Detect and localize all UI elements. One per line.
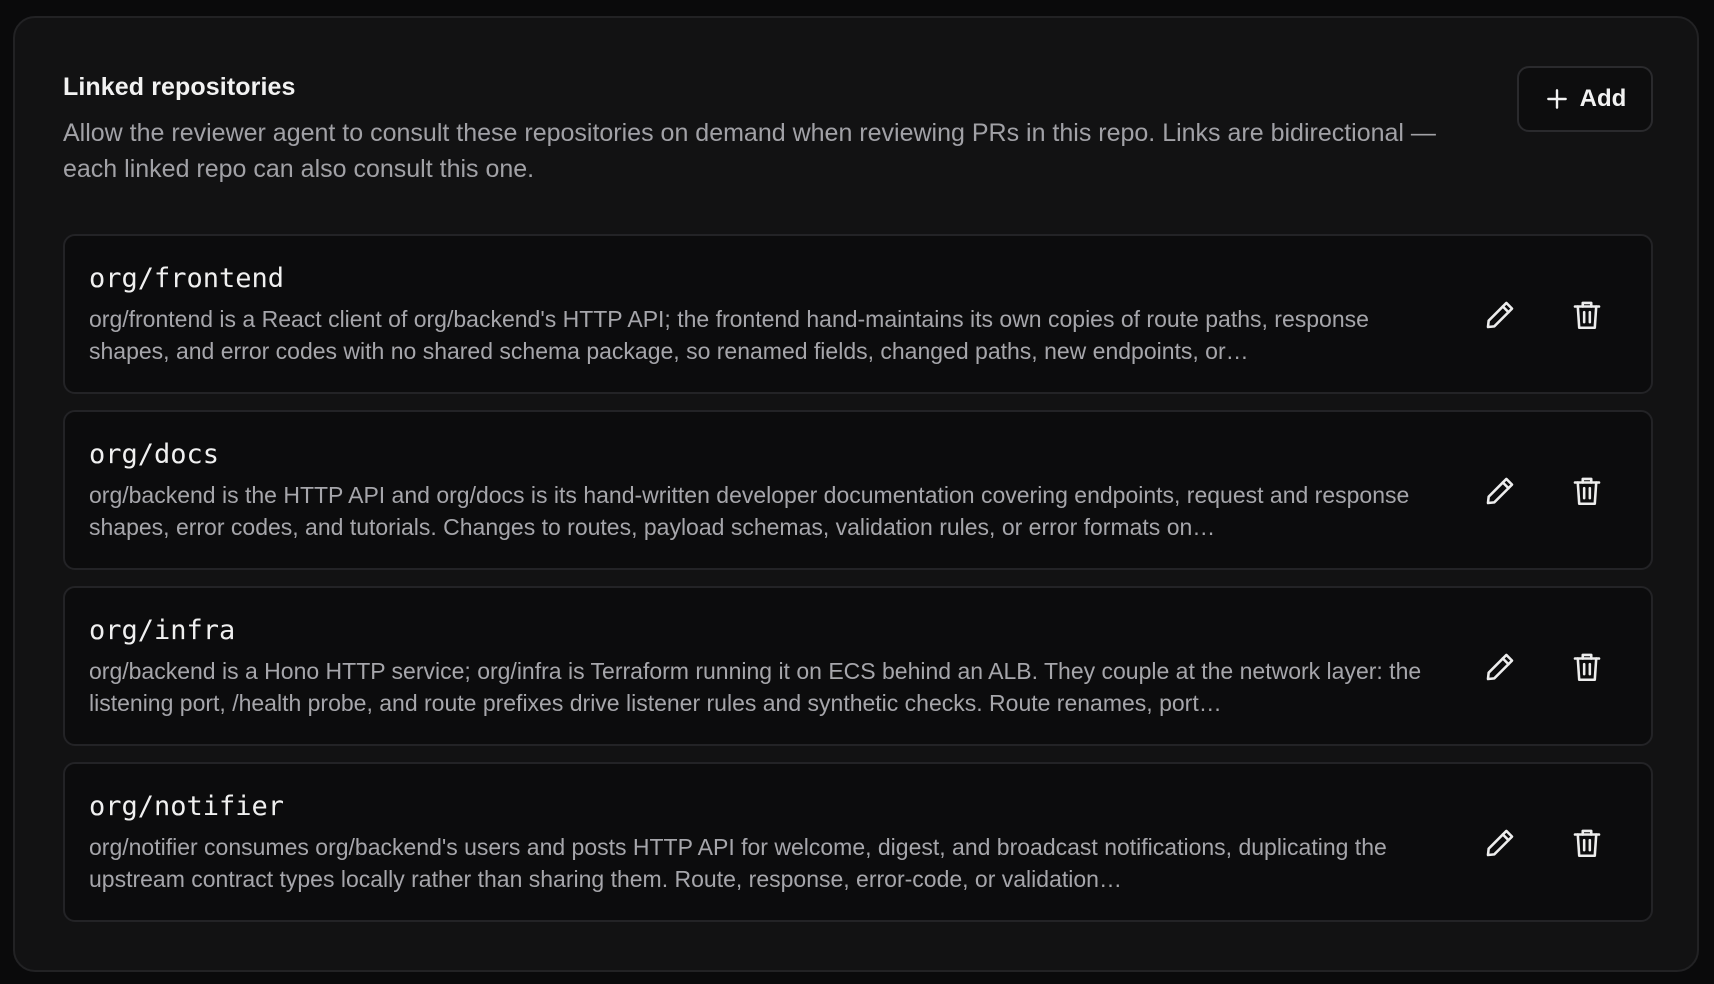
plus-icon [1546, 89, 1567, 109]
repo-name: org/notifier [89, 791, 285, 822]
linked-repositories-panel: Linked repositories Allow the reviewer a… [13, 16, 1699, 972]
repo-name: org/frontend [89, 263, 285, 294]
pencil-icon [1486, 829, 1514, 857]
edit-button[interactable] [1476, 819, 1524, 867]
repo-name: org/docs [89, 439, 220, 470]
repo-list: org/frontend org/frontend is a React cli… [63, 234, 1653, 938]
edit-button[interactable] [1476, 643, 1524, 691]
trash-icon [1573, 301, 1601, 330]
edit-button[interactable] [1476, 291, 1524, 339]
panel-title: Linked repositories [63, 73, 296, 101]
panel-header: Linked repositories Allow the reviewer a… [63, 70, 1653, 187]
repo-description: org/frontend is a React client of org/ba… [89, 306, 1369, 364]
repo-item: org/infra org/backend is a Hono HTTP ser… [63, 586, 1653, 746]
repo-description: org/backend is the HTTP API and org/docs… [89, 482, 1410, 540]
pencil-icon [1486, 477, 1514, 505]
trash-icon [1573, 653, 1601, 682]
repo-description: org/backend is a Hono HTTP service; org/… [89, 658, 1422, 716]
trash-icon [1573, 477, 1601, 506]
repo-name: org/infra [89, 615, 236, 646]
delete-button[interactable] [1563, 291, 1611, 339]
delete-button[interactable] [1563, 643, 1611, 691]
delete-button[interactable] [1563, 467, 1611, 515]
repo-item: org/frontend org/frontend is a React cli… [63, 234, 1653, 394]
repo-item: org/docs org/backend is the HTTP API and… [63, 410, 1653, 570]
pencil-icon [1486, 301, 1514, 329]
trash-icon [1573, 829, 1601, 858]
pencil-icon [1486, 653, 1514, 681]
repo-description: org/notifier consumes org/backend's user… [89, 834, 1387, 892]
add-button[interactable]: Add [1517, 66, 1653, 132]
repo-item: org/notifier org/notifier consumes org/b… [63, 762, 1653, 922]
add-button-label: Add [1579, 85, 1627, 112]
panel-description: Allow the reviewer agent to consult thes… [63, 119, 1436, 183]
delete-button[interactable] [1563, 819, 1611, 867]
edit-button[interactable] [1476, 467, 1524, 515]
